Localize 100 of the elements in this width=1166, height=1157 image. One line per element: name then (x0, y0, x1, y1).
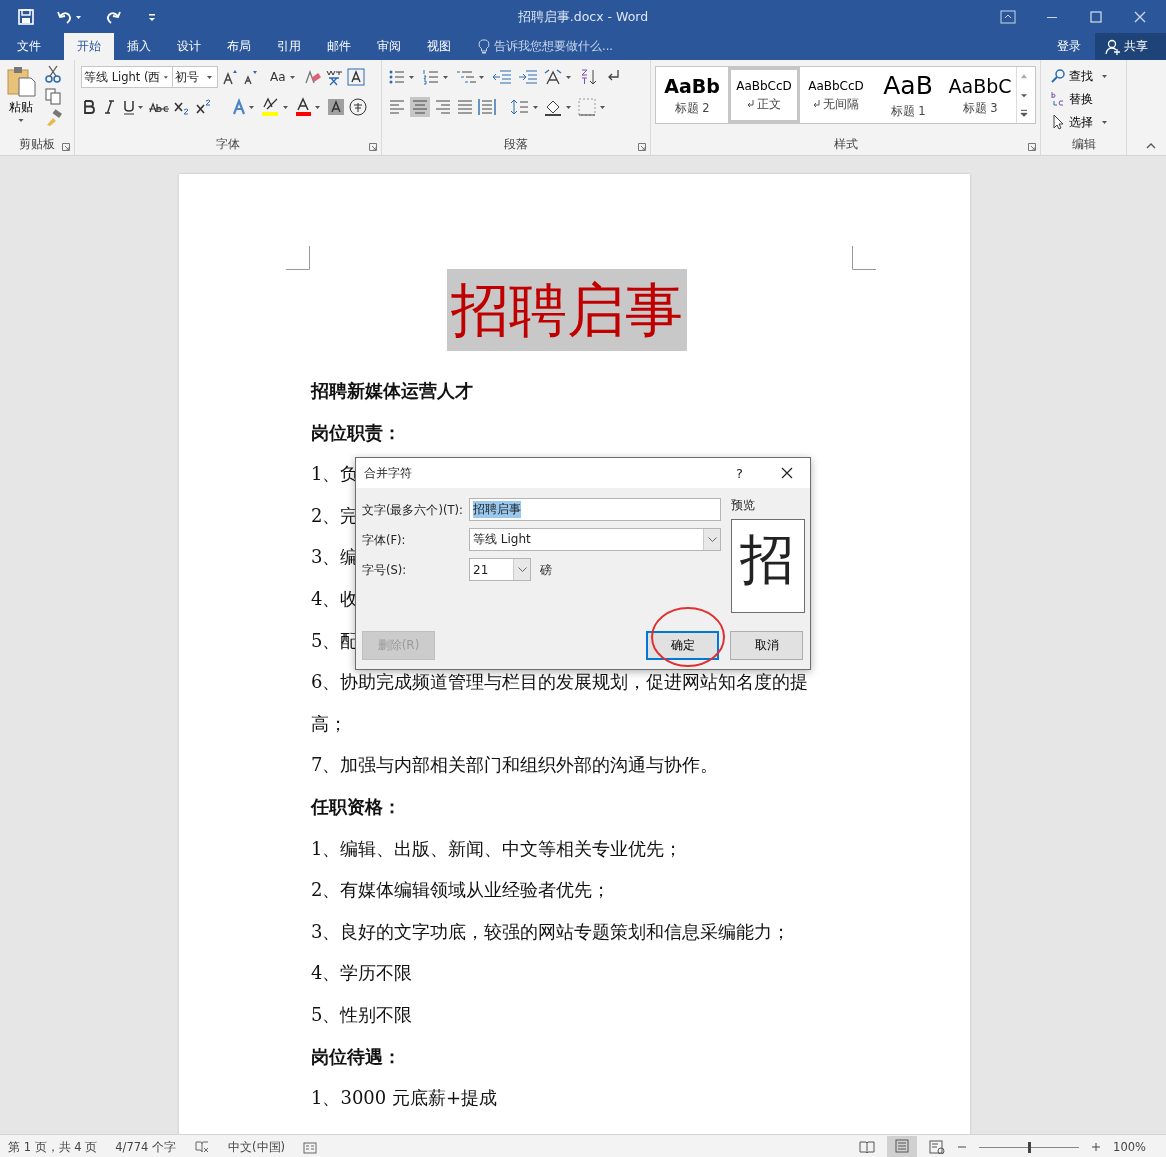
line-spacing-icon[interactable] (510, 98, 540, 116)
style-preview: AaBbCcD (808, 78, 864, 93)
maximize-icon[interactable] (1088, 9, 1104, 24)
style-name: 标题 2 (674, 100, 710, 116)
save-icon[interactable] (18, 8, 34, 25)
style-preview: AaBb (664, 74, 720, 97)
help-button[interactable]: ? (736, 465, 743, 481)
cursor-icon (1051, 114, 1065, 130)
bold-icon[interactable] (81, 98, 97, 116)
format-painter-icon[interactable] (44, 109, 62, 127)
caret-icon (206, 74, 214, 80)
style-preview: AaBbCcD (736, 78, 792, 93)
ribbon-tab[interactable]: 审阅 (364, 33, 414, 60)
zoom-level[interactable]: 100% (1113, 1140, 1146, 1154)
character-shading-icon[interactable] (327, 98, 345, 116)
grow-font-icon[interactable] (222, 68, 238, 86)
find-button[interactable]: 查找 (1051, 65, 1120, 87)
paste-button[interactable]: 粘贴 (6, 65, 36, 137)
print-layout-view[interactable] (887, 1135, 918, 1157)
page-count: 第 1 页，共 4 页 (8, 1139, 98, 1155)
group-label: 段落 (503, 137, 529, 153)
caret-icon (288, 74, 297, 80)
group-label: 编辑 (1070, 137, 1097, 153)
style-preview: AaBbC (948, 74, 1012, 97)
dialog-launcher-icon[interactable] (638, 143, 646, 151)
section-heading: 任职资格： (311, 795, 401, 817)
lightbulb-icon[interactable] (478, 38, 490, 55)
list-item: 3、良好的文字功底，较强的网站专题策划和信息采编能力； (311, 920, 791, 942)
dialog-launcher-icon[interactable] (369, 143, 377, 151)
group-label: 样式 (832, 137, 859, 153)
sort-icon[interactable] (580, 68, 598, 86)
text-effects-icon[interactable] (231, 98, 257, 116)
ribbon-tab[interactable]: 邮件 (314, 33, 364, 60)
font-color-icon[interactable] (295, 97, 323, 117)
phonetic-guide-icon[interactable] (324, 68, 343, 86)
group-label: 字体 (215, 137, 241, 153)
ribbon-tab[interactable]: 视图 (414, 33, 464, 60)
change-case-button[interactable]: Aa (268, 70, 299, 84)
dialog-button[interactable]: 确定 (646, 631, 719, 660)
unit-label: 磅 (540, 563, 552, 578)
file-menu-tab[interactable]: 文件 (0, 33, 58, 60)
collapse-ribbon-icon[interactable] (1146, 143, 1156, 149)
close-icon[interactable] (781, 467, 793, 479)
dialog-launcher-icon[interactable] (1028, 143, 1036, 151)
style-name: 标题 1 (890, 104, 926, 119)
section-heading: 岗位待遇： (311, 1045, 401, 1067)
margin-mark (852, 246, 876, 270)
font-size-field[interactable]: 初号 (172, 66, 218, 88)
font-dropdown[interactable]: 等线 Light (469, 528, 721, 551)
ribbon-tab[interactable]: 插入 (114, 33, 164, 60)
text-input-field[interactable]: 招聘启事 (469, 498, 721, 521)
replace-button[interactable]: 替换 (1051, 88, 1120, 110)
list-item: 2、有媒体编辑领域从业经验者优先； (311, 879, 611, 901)
ribbon-display-icon[interactable] (1000, 9, 1016, 24)
page-icon (895, 1138, 910, 1153)
superscript-icon[interactable] (195, 98, 213, 116)
character-border-icon[interactable] (346, 68, 365, 86)
preview-text: 招 (740, 528, 794, 592)
zoom-in-icon[interactable] (1091, 1142, 1102, 1152)
ribbon-tab[interactable]: 引用 (264, 33, 314, 60)
replace-icon (1051, 91, 1065, 107)
select-button[interactable]: 选择 (1051, 111, 1120, 133)
list-item: 4、学历不限 (311, 962, 413, 984)
list-item: 4、收 (311, 587, 359, 609)
shrink-font-icon[interactable] (242, 68, 258, 86)
numbering-icon[interactable] (422, 68, 450, 86)
style-name: 标题 3 (962, 100, 998, 116)
list-item: 1、负 (311, 463, 359, 485)
style-gallery-item[interactable]: AaBbCcD 正文 (728, 67, 800, 123)
cut-icon[interactable] (44, 65, 62, 83)
font-name-field[interactable]: 等线 Light (西 (81, 66, 173, 88)
dialog-launcher-icon[interactable] (62, 143, 70, 151)
read-mode-icon[interactable] (859, 1140, 876, 1154)
chevron-icon (517, 567, 527, 572)
distributed-icon[interactable] (478, 98, 496, 116)
ribbon-tab[interactable]: 设计 (164, 33, 214, 60)
bullets-icon[interactable] (388, 68, 416, 86)
zoom-slider-thumb[interactable] (1027, 1141, 1031, 1153)
sign-in-link[interactable]: 登录 (1043, 33, 1095, 60)
chevron-icon (707, 537, 717, 542)
ribbon-tab[interactable]: 布局 (214, 33, 264, 60)
web-layout-icon[interactable] (929, 1140, 946, 1154)
underline-icon[interactable] (121, 98, 145, 116)
highlight-color-icon[interactable] (261, 97, 291, 117)
tell-me-field[interactable]: 告诉我您想要做什么... (494, 39, 613, 54)
size-dropdown[interactable]: 21 (469, 558, 531, 581)
proofing-icon[interactable] (194, 1140, 211, 1154)
field-label: 字号(S): (362, 563, 407, 578)
clear-formatting-icon[interactable] (302, 68, 321, 86)
margin-mark (286, 246, 310, 270)
ribbon-tab[interactable]: 开始 (64, 33, 114, 60)
enclose-character-icon[interactable] (349, 98, 367, 116)
dialog-button[interactable]: 取消 (730, 631, 803, 660)
share-button[interactable]: 共享 (1095, 33, 1166, 60)
asian-layout-icon[interactable] (544, 68, 574, 86)
multilevel-list-icon[interactable] (456, 68, 486, 86)
copy-icon[interactable] (44, 87, 62, 105)
preview-label: 预览 (731, 498, 755, 513)
document-title: 招聘启事 (447, 269, 687, 351)
language-indicator[interactable]: 中文(中国) (228, 1139, 286, 1155)
